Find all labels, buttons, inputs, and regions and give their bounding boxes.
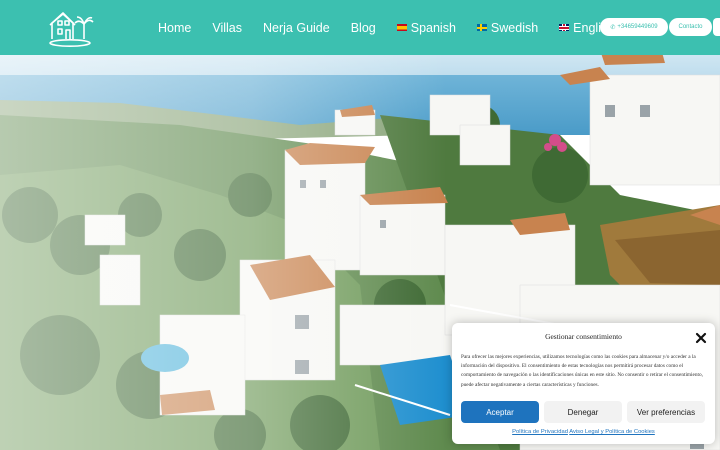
contact-button[interactable]: Contacto: [669, 18, 712, 36]
nav-nerja-guide[interactable]: Nerja Guide: [263, 21, 330, 35]
sweden-flag-icon: [476, 24, 487, 31]
nav-blog[interactable]: Blog: [351, 21, 376, 35]
language-spanish[interactable]: Spanish: [396, 20, 456, 35]
consent-title: Gestionar consentimiento: [545, 332, 622, 341]
edge-tab[interactable]: [713, 18, 720, 36]
nav-villas[interactable]: Villas: [212, 21, 242, 35]
language-spanish-label: Spanish: [410, 20, 456, 35]
language-swedish[interactable]: Swedish: [476, 20, 539, 35]
deny-button[interactable]: Denegar: [544, 401, 622, 423]
legal-notice-link[interactable]: Aviso Legal y Política de Cookies: [569, 429, 655, 435]
view-preferences-button[interactable]: Ver preferencias: [627, 401, 705, 423]
close-icon[interactable]: [695, 331, 707, 344]
villa-house-logo-icon[interactable]: [46, 7, 96, 49]
spain-flag-icon: [396, 24, 407, 31]
consent-links: Política de Privacidad Aviso Legal y Pol…: [452, 429, 715, 435]
consent-body: Para ofrecer las mejores experiencias, u…: [461, 354, 703, 388]
site-header: Home Villas Nerja Guide Blog Spanish Swe…: [0, 0, 720, 55]
contact-label: Contacto: [678, 24, 703, 30]
nav-home[interactable]: Home: [158, 21, 191, 35]
uk-flag-icon: [559, 24, 570, 31]
main-navigation: Home Villas Nerja Guide Blog Spanish Swe…: [158, 0, 635, 55]
language-swedish-label: Swedish: [490, 20, 539, 35]
phone-icon: ✆: [610, 24, 616, 31]
cookie-consent-dialog: Gestionar consentimiento Para ofrecer la…: [452, 323, 715, 444]
phone-number: +34659449609: [617, 24, 658, 30]
accept-button[interactable]: Aceptar: [461, 401, 539, 423]
phone-button[interactable]: ✆ +34659449609: [600, 18, 668, 36]
privacy-policy-link[interactable]: Política de Privacidad: [512, 429, 568, 435]
